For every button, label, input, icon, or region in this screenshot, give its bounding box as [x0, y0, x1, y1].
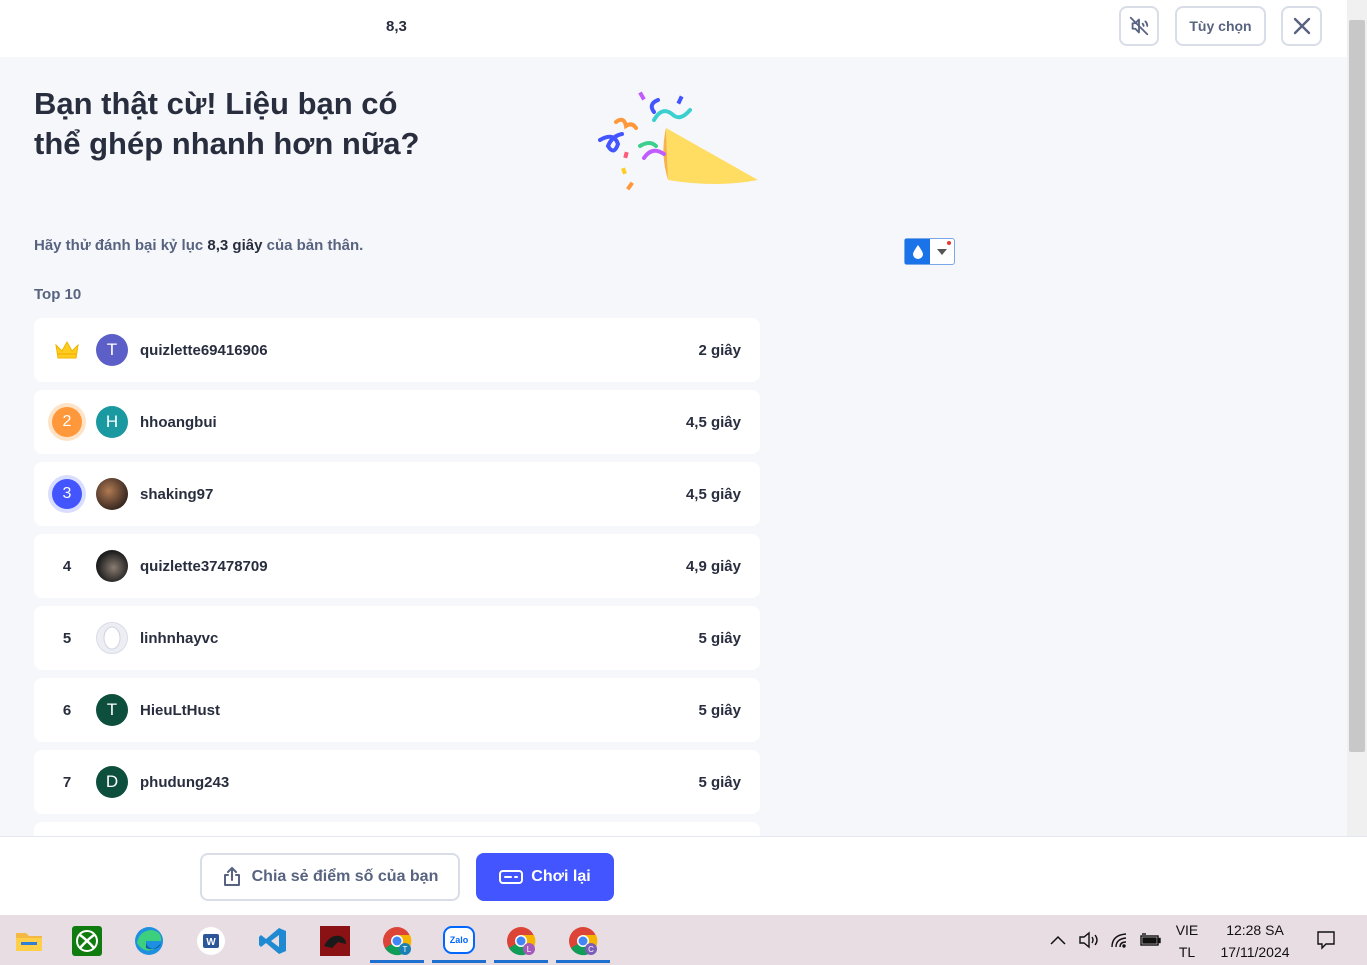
file-explorer-icon[interactable] — [0, 919, 58, 963]
zalo-label: Zalo — [450, 935, 469, 945]
language-code: VIE — [1175, 922, 1199, 938]
rank-number: 7 — [62, 773, 72, 791]
leaderboard-row: 2 H hhoangbui 4,5 giây — [34, 390, 760, 454]
avatar: T — [96, 694, 128, 726]
water-drop-icon — [905, 239, 930, 264]
game-app-icon[interactable] — [306, 919, 364, 963]
leaderboard-row: 7 D phudung243 5 giây — [34, 750, 760, 814]
edge-icon[interactable] — [120, 919, 178, 963]
input-language[interactable]: VIE TL — [1170, 919, 1204, 963]
username: hhoangbui — [140, 413, 217, 431]
close-icon — [1293, 17, 1310, 35]
rank-number: 4 — [62, 557, 72, 575]
result-heading: Bạn thật cừ! Liệu bạn có thể ghép nhanh … — [34, 86, 420, 161]
record-subtitle: Hãy thử đánh bại kỷ lục 8,3 giây của bản… — [34, 237, 363, 254]
chrome-T-icon[interactable]: T — [368, 919, 426, 963]
keyboard-layout: TL — [1178, 944, 1196, 960]
username: quizlette69416906 — [140, 341, 268, 359]
share-score-button[interactable]: Chia sẻ điểm số của bạn — [200, 853, 460, 901]
leaderboard-title: Top 10 — [34, 286, 82, 303]
avatar: T — [96, 334, 128, 366]
completion-time: 4,9 giây — [685, 557, 741, 575]
word-app-icon[interactable]: W — [182, 919, 240, 963]
close-button[interactable] — [1281, 6, 1322, 46]
chrome-L-icon[interactable]: L — [492, 919, 550, 963]
play-again-button[interactable]: Chơi lại — [476, 853, 614, 901]
crown-icon — [52, 335, 82, 365]
windows-taskbar: W T Zalo L C VIE TL 12:28 SA 17/11/2024 — [0, 915, 1367, 965]
system-clock[interactable]: 12:28 SA 17/11/2024 — [1212, 919, 1298, 963]
rank-number: 5 — [62, 629, 72, 647]
options-button[interactable]: Tùy chọn — [1175, 6, 1266, 46]
mute-button[interactable] — [1119, 6, 1159, 46]
completion-time: 4,5 giây — [685, 485, 741, 503]
leaderboard-row: T quizlette69416906 2 giây — [34, 318, 760, 382]
svg-text:L: L — [527, 945, 532, 954]
wifi-icon[interactable] — [1108, 915, 1134, 965]
completion-time: 2 giây — [698, 341, 741, 359]
party-popper-icon — [598, 91, 758, 191]
current-score: 8,3 — [386, 18, 407, 35]
avatar-photo — [96, 550, 128, 582]
completion-time: 5 giây — [698, 629, 741, 647]
avatar-photo — [96, 478, 128, 510]
chrome-C-icon[interactable]: C — [554, 919, 612, 963]
gamepad-icon — [499, 870, 524, 884]
svg-text:C: C — [588, 945, 594, 954]
zalo-icon[interactable]: Zalo — [430, 919, 488, 963]
dropdown-arrow-icon[interactable] — [930, 239, 954, 264]
xbox-icon[interactable] — [58, 919, 116, 963]
default-avatar-icon — [96, 622, 128, 654]
clock-date: 17/11/2024 — [1220, 944, 1290, 960]
avatar: H — [96, 406, 128, 438]
username: HieuLtHust — [140, 701, 220, 719]
top-bar: 8,3 Tùy chọn — [0, 0, 1347, 57]
notification-icon[interactable] — [1312, 915, 1340, 965]
svg-text:W: W — [206, 937, 216, 948]
page-scrollbar[interactable] — [1347, 0, 1367, 836]
rank-badge: 3 — [52, 479, 82, 509]
rank-badge: 2 — [52, 407, 82, 437]
leaderboard-row: 4 quizlette37478709 4,9 giây — [34, 534, 760, 598]
username: linhnhayvc — [140, 629, 219, 647]
avatar: D — [96, 766, 128, 798]
svg-text:T: T — [403, 945, 408, 954]
completion-time: 5 giây — [698, 701, 741, 719]
leaderboard: T quizlette69416906 2 giây 2 H hhoangbui… — [34, 318, 760, 836]
share-icon — [223, 867, 240, 886]
completion-time: 4,5 giây — [685, 413, 741, 431]
subtitle-record: 8,3 giây — [207, 237, 263, 254]
chevron-up-icon[interactable] — [1046, 915, 1070, 965]
subtitle-prefix: Hãy thử đánh bại kỷ lục — [34, 237, 208, 254]
clock-time: 12:28 SA — [1226, 922, 1284, 938]
speaker-muted-icon — [1129, 16, 1149, 36]
volume-icon[interactable] — [1076, 915, 1102, 965]
leaderboard-row — [34, 822, 760, 836]
play-again-label: Chơi lại — [531, 868, 591, 885]
username: quizlette37478709 — [140, 557, 268, 575]
battery-icon[interactable] — [1138, 915, 1164, 965]
username: phudung243 — [140, 773, 230, 791]
notification-dot — [947, 241, 951, 245]
leaderboard-row: 6 T HieuLtHust 5 giây — [34, 678, 760, 742]
action-bar: Chia sẻ điểm số của bạn Chơi lại — [0, 836, 1367, 915]
leaderboard-row: 5 linhnhayvc 5 giây — [34, 606, 760, 670]
completion-time: 5 giây — [698, 773, 741, 791]
subtitle-suffix: của bản thân. — [262, 237, 364, 254]
rank-number: 6 — [62, 701, 72, 719]
extension-widget[interactable] — [904, 238, 955, 265]
vscode-icon[interactable] — [244, 919, 302, 963]
share-label: Chia sẻ điểm số của bạn — [251, 868, 439, 885]
username: shaking97 — [140, 485, 214, 503]
scrollbar-thumb[interactable] — [1349, 20, 1365, 752]
leaderboard-row: 3 shaking97 4,5 giây — [34, 462, 760, 526]
